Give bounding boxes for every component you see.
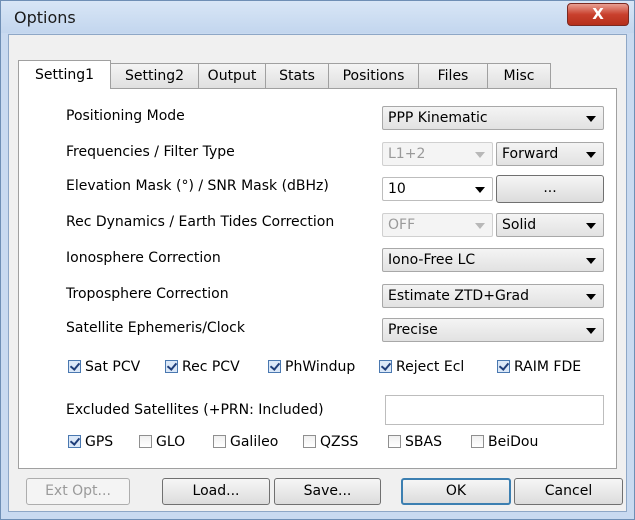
earth-tides-select[interactable]: Solid: [496, 213, 604, 237]
close-button[interactable]: X: [567, 3, 629, 26]
ext-opt-button[interactable]: Ext Opt...: [26, 478, 130, 505]
ionosphere-value: Iono-Free LC: [388, 252, 476, 268]
positioning-mode-label: Positioning Mode: [66, 108, 185, 124]
window-title: Options: [14, 8, 76, 27]
rec-dynamics-select[interactable]: OFF: [382, 213, 493, 237]
frequencies-value: L1+2: [388, 146, 426, 162]
checkbox-unchecked-icon: [139, 435, 152, 448]
chevron-down-icon: [586, 258, 596, 264]
frequencies-label: Frequencies / Filter Type: [66, 144, 235, 160]
ephemeris-select[interactable]: Precise: [382, 318, 604, 342]
rec-pcv-checkbox[interactable]: Rec PCV: [165, 359, 240, 375]
positioning-mode-select[interactable]: PPP Kinematic: [382, 106, 604, 130]
ok-button[interactable]: OK: [401, 478, 511, 505]
earth-tides-value: Solid: [502, 217, 537, 233]
frequencies-select[interactable]: L1+2: [382, 142, 493, 166]
checkbox-checked-icon: [268, 360, 281, 373]
qzss-checkbox[interactable]: QZSS: [303, 434, 358, 450]
excluded-satellites-label: Excluded Satellites (+PRN: Included): [66, 402, 324, 418]
chevron-down-icon: [475, 223, 485, 229]
checkbox-checked-icon: [68, 435, 81, 448]
load-button[interactable]: Load...: [162, 478, 270, 505]
sbas-label: SBAS: [405, 434, 442, 450]
checkbox-checked-icon: [497, 360, 510, 373]
excluded-satellites-input[interactable]: [385, 395, 604, 425]
chevron-down-icon: [475, 187, 485, 193]
gps-label: GPS: [85, 434, 114, 450]
tab-misc[interactable]: Misc: [487, 63, 551, 88]
positioning-mode-value: PPP Kinematic: [388, 110, 488, 126]
elevation-mask-label: Elevation Mask (°) / SNR Mask (dBHz): [66, 178, 329, 194]
cancel-button[interactable]: Cancel: [514, 478, 623, 505]
ionosphere-select[interactable]: Iono-Free LC: [382, 248, 604, 272]
galileo-label: Galileo: [230, 434, 279, 450]
ephemeris-label: Satellite Ephemeris/Clock: [66, 320, 245, 336]
checkbox-unchecked-icon: [213, 435, 226, 448]
tab-positions-label: Positions: [342, 68, 405, 84]
elevation-mask-value: 10: [388, 181, 406, 197]
qzss-label: QZSS: [320, 434, 359, 450]
phwindup-label: PhWindup: [285, 359, 356, 375]
title-bar[interactable]: Options X: [1, 1, 634, 33]
rec-pcv-label: Rec PCV: [182, 359, 240, 375]
troposphere-value: Estimate ZTD+Grad: [388, 288, 530, 304]
rec-dynamics-value: OFF: [388, 217, 416, 233]
reject-ecl-label: Reject Ecl: [396, 359, 465, 375]
glo-label: GLO: [156, 434, 186, 450]
chevron-down-icon: [586, 116, 596, 122]
tab-files[interactable]: Files: [418, 63, 488, 88]
tab-setting1-label: Setting1: [34, 67, 95, 83]
filter-type-select[interactable]: Forward: [496, 142, 604, 166]
ephemeris-value: Precise: [388, 322, 438, 338]
chevron-down-icon: [586, 152, 596, 158]
gps-checkbox[interactable]: GPS: [68, 434, 113, 450]
troposphere-select[interactable]: Estimate ZTD+Grad: [382, 284, 604, 308]
sbas-checkbox[interactable]: SBAS: [388, 434, 442, 450]
glo-checkbox[interactable]: GLO: [139, 434, 185, 450]
rec-dynamics-label: Rec Dynamics / Earth Tides Correction: [66, 214, 335, 230]
tab-setting2-label: Setting2: [124, 68, 185, 84]
checkbox-checked-icon: [379, 360, 392, 373]
tab-files-label: Files: [437, 68, 469, 84]
chevron-down-icon: [586, 328, 596, 334]
elevation-mask-select[interactable]: 10: [382, 177, 493, 201]
filter-type-value: Forward: [502, 146, 559, 162]
checkbox-unchecked-icon: [471, 435, 484, 448]
checkbox-checked-icon: [68, 360, 81, 373]
raim-fde-label: RAIM FDE: [514, 359, 582, 375]
chevron-down-icon: [475, 152, 485, 158]
sat-pcv-label: Sat PCV: [85, 359, 141, 375]
checkbox-unchecked-icon: [303, 435, 316, 448]
beidou-checkbox[interactable]: BeiDou: [471, 434, 538, 450]
tab-stats-label: Stats: [279, 68, 315, 84]
galileo-checkbox[interactable]: Galileo: [213, 434, 278, 450]
snr-mask-button[interactable]: ...: [496, 175, 604, 203]
tab-output-label: Output: [207, 68, 257, 84]
tab-setting2[interactable]: Setting2: [110, 63, 199, 88]
tab-misc-label: Misc: [503, 68, 535, 84]
ionosphere-label: Ionosphere Correction: [66, 250, 221, 266]
save-button[interactable]: Save...: [274, 478, 381, 505]
reject-ecl-checkbox[interactable]: Reject Ecl: [379, 359, 464, 375]
chevron-down-icon: [586, 223, 596, 229]
checkbox-checked-icon: [165, 360, 178, 373]
troposphere-label: Troposphere Correction: [66, 286, 229, 302]
sat-pcv-checkbox[interactable]: Sat PCV: [68, 359, 140, 375]
beidou-label: BeiDou: [488, 434, 539, 450]
checkbox-unchecked-icon: [388, 435, 401, 448]
tab-setting1[interactable]: Setting1: [18, 60, 111, 89]
chevron-down-icon: [586, 294, 596, 300]
phwindup-checkbox[interactable]: PhWindup: [268, 359, 355, 375]
tab-output[interactable]: Output: [198, 63, 266, 88]
tab-stats[interactable]: Stats: [265, 63, 329, 88]
tab-positions[interactable]: Positions: [328, 63, 419, 88]
raim-fde-checkbox[interactable]: RAIM FDE: [497, 359, 581, 375]
